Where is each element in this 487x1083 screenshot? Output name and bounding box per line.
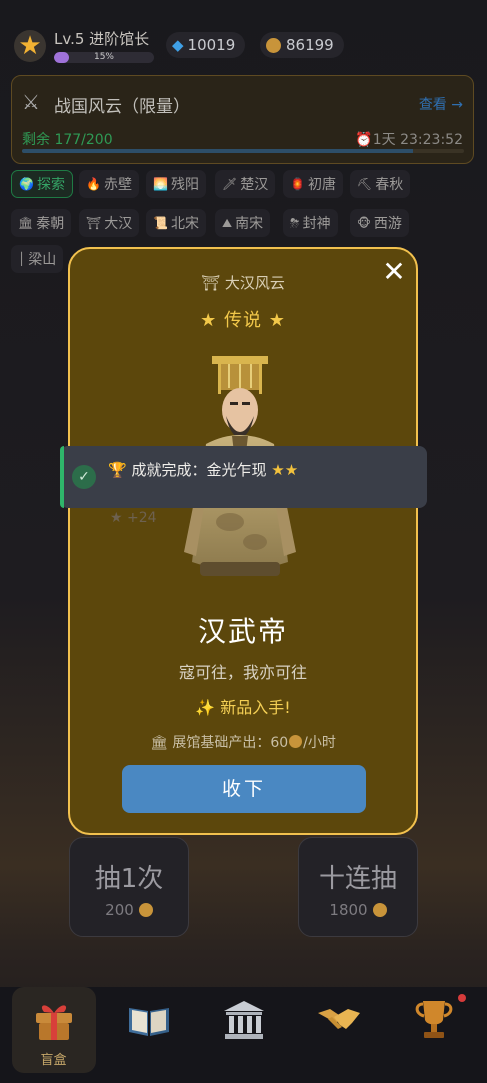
modal-series: ⛩ 大汉风云 [201,274,285,292]
toast-accent-strip [60,446,64,508]
achievement-toast[interactable]: ✓ 🏆 成就完成：金光乍现 ★★ [60,446,427,508]
output-rate: 🏛 展馆基础产出：60/小时 [150,735,336,751]
toast-message: 🏆 成就完成：金光乍现 ★★ [108,461,299,479]
coin-icon [289,735,303,748]
figure-name: 汉武帝 [197,615,288,648]
rarity-label: ★ 传说 ★ [200,310,286,331]
new-item-badge: ✨ 新品入手! [195,698,291,717]
trophy-icon: 🏆 [108,461,127,479]
toast-stars: ★★ [271,461,299,479]
check-icon: ✓ [72,465,96,489]
museum-icon: 🏛 [150,735,168,751]
ghost-reward-text: ★ +24 [110,510,157,526]
pagoda-icon: ⛩ [201,274,221,292]
figure-quote: 寇可往，我亦可往 [178,663,307,682]
accept-button[interactable]: 收下 [122,765,366,813]
